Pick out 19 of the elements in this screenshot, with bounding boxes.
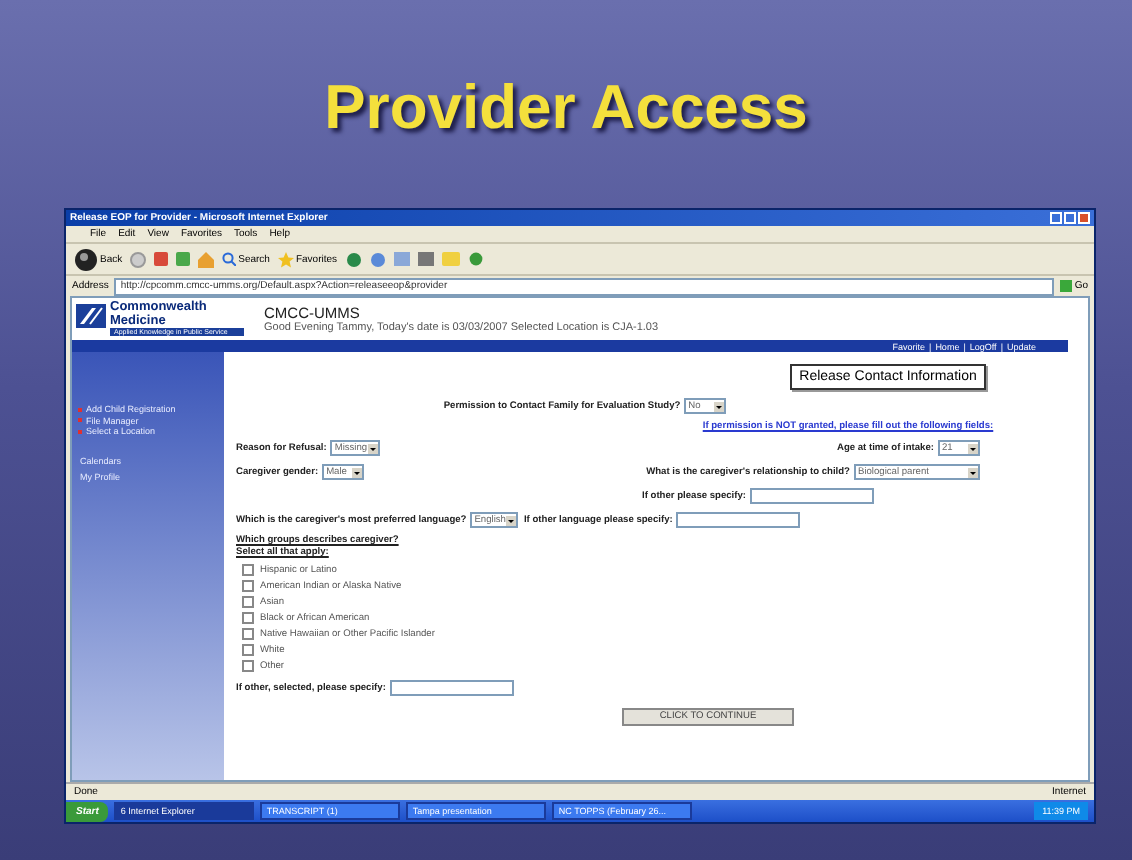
- minimize-button[interactable]: [1050, 212, 1062, 224]
- star-icon: [277, 251, 294, 267]
- close-button[interactable]: [1078, 212, 1090, 224]
- home-icon[interactable]: [198, 251, 215, 267]
- input-field[interactable]: [389, 680, 514, 696]
- dropdown-arrow-icon: [367, 443, 378, 453]
- input-field[interactable]: [750, 488, 874, 504]
- dropdown-arrow-icon: [968, 443, 978, 453]
- maximize-button[interactable]: [1064, 212, 1076, 224]
- search-icon: [222, 252, 237, 266]
- dropdown-arrow-icon: [352, 467, 363, 477]
- dropdown-arrow-icon: [714, 401, 725, 411]
- back-icon: [74, 247, 98, 271]
- slide-title: Provider Access: [324, 72, 808, 144]
- forward-icon[interactable]: [130, 251, 147, 267]
- dropdown-arrow-icon: [505, 515, 516, 525]
- input-field[interactable]: [676, 512, 801, 528]
- go-icon: [1060, 280, 1073, 292]
- dropdown-arrow-icon: [968, 467, 978, 477]
